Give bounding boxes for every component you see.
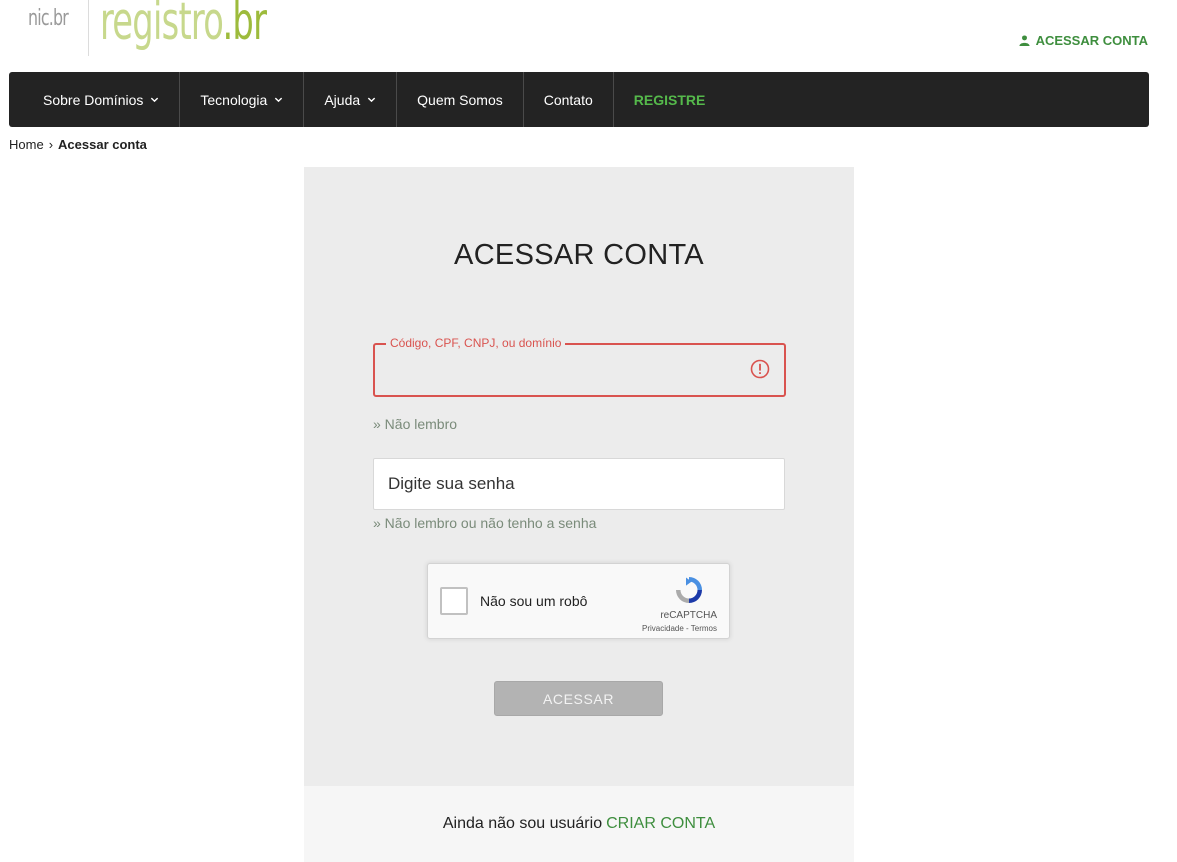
chevron-down-icon [367,97,376,103]
nav-label: Tecnologia [200,91,268,108]
breadcrumb-home[interactable]: Home [9,137,44,152]
logo-divider [88,0,89,56]
recaptcha-widget: Não sou um robô reCAPTCHA Privacidade - … [427,563,730,639]
logo-registro-text: registro [100,0,223,52]
breadcrumb-current: Acessar conta [58,137,147,152]
user-icon [1019,35,1030,46]
page-title: ACESSAR CONTA [454,239,704,271]
nav-label: Ajuda [324,91,361,108]
login-panel: ACESSAR CONTA Código, CPF, CNPJ, ou domí… [304,167,854,786]
nav-label: Contato [543,91,593,108]
chevron-down-icon [275,97,283,103]
chevron-down-icon [151,97,159,103]
recaptcha-brand: reCAPTCHA [660,610,717,621]
signup-text: Ainda não sou usuário [442,815,603,832]
submit-button[interactable]: ACESSAR [494,681,663,716]
recaptcha-checkbox[interactable] [440,587,468,615]
user-id-field: Código, CPF, CNPJ, ou domínio [373,336,786,397]
password-input[interactable] [374,459,784,509]
recaptcha-logo-icon [676,577,702,603]
recaptcha-label: Não sou um robô [480,593,588,609]
nav-quem-somos[interactable]: Quem Somos [397,72,524,127]
error-icon [750,359,770,379]
nav-label: Sobre Domínios [43,91,144,108]
account-link-label: ACESSAR CONTA [1035,33,1148,48]
create-account-link[interactable]: CRIAR CONTA [606,815,715,833]
registro-br-logo[interactable]: registro.br [100,0,267,52]
nav-sobre-dominios[interactable]: Sobre Domínios [9,72,181,127]
nav-label: Quem Somos [417,91,503,108]
user-id-input[interactable] [375,345,784,395]
nav-ajuda[interactable]: Ajuda [304,72,398,127]
header-account-link[interactable]: ACESSAR CONTA [1019,33,1148,48]
forgot-user-link[interactable]: » Não lembro [373,416,457,432]
logo-br-text: .br [222,0,267,52]
nav-label: REGISTRE [633,91,706,108]
password-field [373,458,785,510]
signup-bar: Ainda não sou usuário CRIAR CONTA [304,786,854,862]
breadcrumb-separator: › [48,137,54,152]
breadcrumb: Home › Acessar conta [9,137,147,152]
recaptcha-terms-link[interactable]: Privacidade - Termos [642,624,717,633]
nav-contato[interactable]: Contato [524,72,614,127]
nic-br-logo[interactable]: nic.br [28,6,69,31]
nav-registre[interactable]: REGISTRE [614,72,726,127]
nav-tecnologia[interactable]: Tecnologia [180,72,305,127]
main-navbar: Sobre Domínios Tecnologia Ajuda Quem Som… [9,72,1149,127]
forgot-password-link[interactable]: » Não lembro ou não tenho a senha [373,515,596,531]
